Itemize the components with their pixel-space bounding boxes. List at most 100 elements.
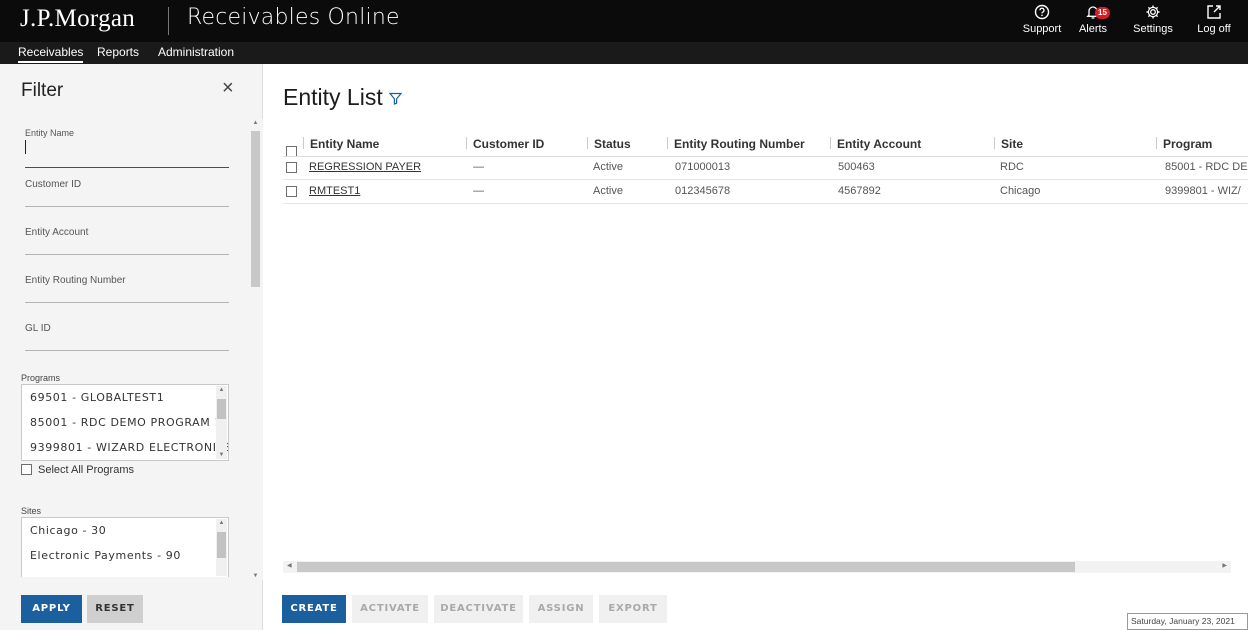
column-header[interactable]: Entity Routing Number — [667, 131, 805, 157]
status-date: Saturday, January 23, 2021 — [1127, 613, 1248, 630]
column-separator — [994, 137, 995, 149]
table-scroll-thumb[interactable] — [297, 562, 1075, 572]
program-cell: 85001 - RDC DE — [1165, 161, 1248, 173]
column-header-label: Entity Account — [837, 137, 922, 151]
column-separator — [1156, 137, 1157, 149]
logoff-label: Log off — [1197, 23, 1231, 35]
sites-scroll-thumb[interactable] — [217, 532, 226, 558]
filter-funnel-icon[interactable] — [388, 92, 403, 110]
customer-id-field[interactable]: Customer ID — [25, 167, 229, 207]
top-header: J.P.Morgan Receivables Online Support 15… — [0, 0, 1248, 42]
table-row[interactable]: RMTEST1 — Active 012345678 4567892 Chica… — [283, 180, 1248, 204]
filter-panel: Filter × Entity Name Customer ID Entity … — [0, 64, 263, 630]
column-header-label: Program — [1163, 137, 1213, 151]
entity-account-label: Entity Account — [25, 227, 89, 238]
entity-name-field[interactable]: Entity Name — [25, 128, 229, 168]
text-caret — [25, 140, 26, 154]
status-cell: Active — [593, 161, 623, 173]
column-separator — [466, 137, 467, 149]
programs-scroll-thumb[interactable] — [217, 399, 226, 419]
site-option[interactable]: Electronic Payments - 90 — [22, 543, 228, 568]
settings-button[interactable]: Settings — [1124, 4, 1182, 35]
alerts-button[interactable]: 15 Alerts — [1064, 4, 1122, 35]
settings-gear-icon — [1124, 4, 1182, 22]
table-row[interactable]: REGRESSION PAYER — Active 071000013 5004… — [283, 156, 1248, 180]
customer-id-cell: — — [473, 185, 484, 197]
program-option[interactable]: 9399801 - WIZARD ELECTRONICS... — [22, 435, 228, 460]
gl-id-field[interactable]: GL ID — [25, 311, 229, 351]
status-cell: Active — [593, 185, 623, 197]
close-icon[interactable]: × — [222, 77, 234, 100]
create-button[interactable]: CREATE — [282, 595, 346, 623]
select-all-rows-checkbox[interactable] — [286, 138, 297, 157]
entity-account-field[interactable]: Entity Account — [25, 215, 229, 255]
alerts-label: Alerts — [1078, 23, 1108, 35]
site-cell: Chicago — [1000, 185, 1041, 197]
column-separator — [830, 137, 831, 149]
sites-label: Sites — [21, 506, 42, 516]
column-header[interactable]: Customer ID — [466, 131, 544, 157]
column-header[interactable]: Program — [1156, 131, 1212, 157]
select-all-programs[interactable]: Select All Programs — [21, 464, 134, 476]
column-header-label: Site — [1001, 137, 1024, 151]
deactivate-button[interactable]: DEACTIVATE — [434, 595, 523, 623]
main-nav: Receivables Reports Administration — [0, 42, 1248, 64]
row-checkbox[interactable] — [286, 162, 297, 173]
support-label: Support — [1022, 23, 1062, 35]
nav-receivables[interactable]: Receivables — [18, 45, 84, 63]
app-title: Receivables Online — [187, 5, 400, 30]
scroll-right-icon[interactable]: ▶ — [1222, 562, 1227, 569]
logoff-icon — [1185, 4, 1243, 22]
program-cell: 9399801 - WIZ/ — [1165, 185, 1241, 197]
nav-administration[interactable]: Administration — [158, 45, 234, 59]
gl-id-label: GL ID — [25, 323, 51, 334]
filter-scrollbar[interactable]: ▲ ▼ — [248, 119, 263, 580]
sites-scrollbar[interactable]: ▲ — [216, 519, 227, 576]
assign-button[interactable]: ASSIGN — [529, 595, 593, 623]
jpmorgan-logo[interactable]: J.P.Morgan — [20, 5, 135, 33]
support-button[interactable]: Support — [1013, 4, 1071, 35]
scroll-up-icon[interactable]: ▲ — [217, 387, 226, 393]
select-all-label: Select All Programs — [38, 464, 134, 476]
entity-routing-field[interactable]: Entity Routing Number — [25, 263, 229, 303]
nav-reports[interactable]: Reports — [97, 45, 139, 59]
activate-button[interactable]: ACTIVATE — [352, 595, 428, 623]
entity-name-link[interactable]: REGRESSION PAYER — [309, 161, 421, 173]
scroll-down-icon[interactable]: ▼ — [217, 452, 226, 458]
scroll-down-icon[interactable]: ▼ — [251, 573, 260, 579]
column-header-label: Customer ID — [473, 137, 545, 151]
apply-button[interactable]: APPLY — [21, 595, 82, 623]
program-option[interactable]: 85001 - RDC DEMO PROGRAM 1 — [22, 410, 228, 435]
scroll-left-icon[interactable]: ◀ — [287, 562, 292, 569]
header-divider — [168, 7, 169, 35]
logoff-button[interactable]: Log off — [1185, 4, 1243, 35]
select-all-checkbox[interactable] — [21, 464, 32, 475]
scroll-up-icon[interactable]: ▲ — [251, 120, 260, 126]
entity-name-link[interactable]: RMTEST1 — [309, 185, 360, 197]
column-header[interactable]: Entity Name — [303, 131, 379, 157]
filter-title: Filter — [21, 80, 64, 101]
column-header[interactable]: Entity Account — [830, 131, 921, 157]
routing-cell: 071000013 — [675, 161, 731, 173]
entity-name-label: Entity Name — [25, 128, 75, 138]
programs-scrollbar[interactable]: ▲ ▼ — [216, 386, 227, 459]
column-header[interactable]: Status — [587, 131, 631, 157]
programs-listbox[interactable]: 69501 - GLOBALTEST1 85001 - RDC DEMO PRO… — [21, 384, 229, 461]
row-checkbox[interactable] — [286, 186, 297, 197]
routing-cell: 012345678 — [675, 185, 731, 197]
program-option[interactable]: 69501 - GLOBALTEST1 — [22, 385, 228, 410]
entity-routing-label: Entity Routing Number — [25, 275, 126, 286]
site-option[interactable]: Chicago - 30 — [22, 518, 228, 543]
customer-id-cell: — — [473, 161, 484, 173]
table-horizontal-scrollbar[interactable]: ◀ ▶ — [283, 561, 1231, 573]
column-header-label: Entity Name — [310, 137, 380, 151]
reset-button[interactable]: RESET — [87, 595, 143, 623]
page-title: Entity List — [283, 84, 383, 110]
programs-label: Programs — [21, 373, 61, 383]
sites-listbox[interactable]: Chicago - 30 Electronic Payments - 90 ▲ — [21, 517, 229, 577]
export-button[interactable]: EXPORT — [599, 595, 667, 623]
filter-scroll-thumb[interactable] — [251, 131, 260, 287]
column-header[interactable]: Site — [994, 131, 1023, 157]
scroll-up-icon[interactable]: ▲ — [217, 520, 226, 526]
settings-label: Settings — [1133, 23, 1173, 35]
